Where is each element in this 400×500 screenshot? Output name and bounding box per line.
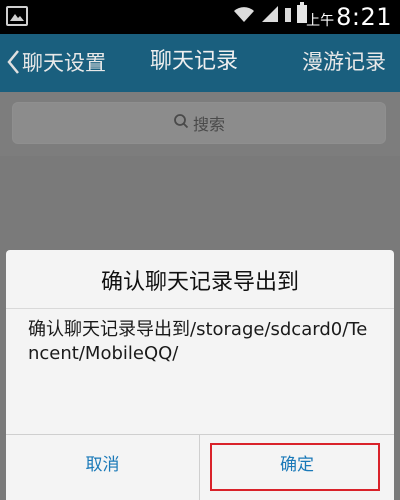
export-confirm-dialog: 确认聊天记录导出到 确认聊天记录导出到/storage/sdcard0/Tenc… xyxy=(6,250,394,500)
search-placeholder: 搜索 xyxy=(192,115,225,134)
sim-icon xyxy=(284,4,292,28)
search-icon xyxy=(173,113,189,133)
signal-icon xyxy=(260,4,280,28)
back-button[interactable]: 聊天设置 xyxy=(6,42,106,82)
clock: 上午 8:21 xyxy=(306,3,392,31)
roaming-records-button[interactable]: 漫游记录 xyxy=(302,42,386,82)
dialog-message: 确认聊天记录导出到/storage/sdcard0/Tencent/Mobile… xyxy=(28,319,368,364)
back-label: 聊天设置 xyxy=(22,51,106,75)
confirm-button[interactable]: 确定 xyxy=(200,435,394,500)
gallery-icon xyxy=(6,6,28,26)
dialog-divider xyxy=(6,308,394,309)
chevron-left-icon xyxy=(6,49,20,75)
search-area: 搜索 xyxy=(0,92,400,156)
title-bar: 聊天设置 聊天记录 漫游记录 xyxy=(0,34,400,92)
status-icons xyxy=(232,2,308,28)
status-bar: 上午 8:21 xyxy=(0,0,400,34)
cancel-button[interactable]: 取消 xyxy=(6,435,199,500)
search-input[interactable]: 搜索 xyxy=(12,102,386,144)
clock-ampm: 上午 xyxy=(306,13,335,29)
wifi-icon xyxy=(232,4,256,28)
clock-time: 8:21 xyxy=(336,3,392,31)
page-title: 聊天记录 xyxy=(150,49,239,74)
dialog-title: 确认聊天记录导出到 xyxy=(100,270,299,295)
